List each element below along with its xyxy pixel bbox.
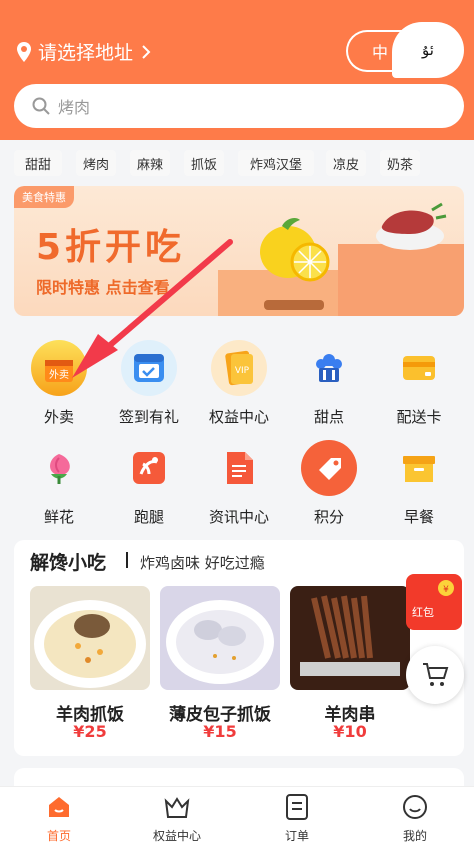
red-packet-button[interactable]: ¥ 红包	[406, 574, 462, 630]
svg-text:外卖: 外卖	[49, 369, 69, 381]
grid-label: 配送卡	[396, 408, 442, 426]
calendar-check-icon	[121, 340, 177, 396]
tag-chip[interactable]: 奶茶	[380, 150, 420, 176]
grid-label: 权益中心	[208, 408, 269, 426]
food-price: ¥25	[73, 722, 107, 741]
vip-card-icon: VIP	[211, 340, 267, 396]
order-icon	[286, 794, 308, 820]
grid-label: 早餐	[403, 508, 434, 526]
grid-item-benefits[interactable]: VIP 权益中心	[194, 336, 284, 432]
grid-label: 鲜花	[43, 508, 74, 526]
tag-chip[interactable]: 凉皮	[326, 150, 366, 176]
tab-label: 订单	[284, 829, 309, 843]
promo-banner[interactable]: 美食特惠 5折开吃 限时特惠 点击查看	[14, 186, 464, 316]
cart-icon	[423, 663, 449, 686]
home-icon	[49, 797, 69, 817]
banner-badge: 美食特惠	[14, 186, 74, 208]
meat-icon	[376, 202, 447, 250]
section-subtitle: 炸鸡卤味 好吃过瘾	[140, 554, 265, 572]
grid-item-delivery-card[interactable]: 配送卡	[374, 336, 464, 432]
grid-label: 外卖	[43, 408, 74, 426]
food-price: ¥10	[333, 722, 367, 741]
svg-text:VIP: VIP	[235, 366, 250, 376]
profile-icon	[403, 795, 427, 819]
red-packet-label: 红包	[412, 606, 434, 619]
tab-home[interactable]: 首页	[0, 793, 118, 843]
tab-label: 首页	[46, 829, 71, 843]
skewer-icon	[264, 300, 324, 310]
chevron-right-icon	[142, 44, 151, 59]
food-price: ¥15	[203, 722, 237, 741]
grid-item-news[interactable]: 资讯中心	[194, 436, 284, 532]
tab-benefits[interactable]: 权益中心	[118, 793, 236, 843]
grid-item-points[interactable]: 积分	[284, 436, 374, 532]
grid-label: 积分	[313, 508, 344, 526]
flower-icon	[31, 440, 87, 496]
lemon-icon	[260, 218, 330, 282]
food-image-buns[interactable]	[160, 586, 280, 690]
grid-item-takeout[interactable]: 外卖 外卖	[14, 336, 104, 432]
errand-icon	[121, 440, 177, 496]
tag-chip[interactable]: 甜甜	[14, 150, 62, 176]
grid-label: 甜点	[313, 408, 344, 426]
tab-label: 我的	[402, 829, 427, 843]
location-selector[interactable]: 请选择地址	[16, 38, 157, 65]
tag-chip[interactable]: 烤肉	[76, 150, 116, 176]
card-icon	[391, 340, 447, 396]
bottom-tab-bar: 首页 权益中心 订单 我的	[0, 786, 474, 843]
location-label: 请选择地址	[38, 42, 134, 64]
grid-item-flowers[interactable]: 鲜花	[14, 436, 104, 532]
takeout-bag-icon: 外卖	[31, 340, 87, 396]
food-image-skewers[interactable]	[290, 586, 410, 690]
tab-label: 权益中心	[152, 829, 201, 843]
cupcake-icon	[301, 340, 357, 396]
snack-section: 解馋小吃 炸鸡卤味 好吃过瘾 羊肉抓饭 ¥25 薄皮包子抓饭 ¥15 羊肉串 ¥…	[14, 540, 464, 756]
tag-chip[interactable]: 麻辣	[130, 150, 170, 176]
section-title: 解馋小吃	[30, 552, 107, 574]
lang-uyghur-button[interactable]: ئۇ	[392, 22, 464, 78]
tab-profile[interactable]: 我的	[356, 793, 474, 843]
crown-icon	[164, 797, 190, 818]
search-placeholder: 烤肉	[58, 98, 91, 117]
food-image-pilaf[interactable]	[30, 586, 150, 690]
section-divider	[126, 552, 128, 568]
banner-title: 5折开吃	[36, 227, 186, 268]
grid-item-checkin[interactable]: 签到有礼	[104, 336, 194, 432]
search-input[interactable]: 烤肉	[14, 84, 464, 128]
language-switch[interactable]: 中 ئۇ	[346, 22, 464, 80]
tag-chip[interactable]: 炸鸡汉堡	[238, 150, 314, 176]
tag-chip[interactable]: 抓饭	[184, 150, 224, 176]
grid-label: 资讯中心	[208, 508, 269, 526]
grid-item-breakfast[interactable]: 早餐	[374, 436, 464, 532]
grid-label: 跑腿	[133, 508, 164, 526]
service-grid: 外卖 外卖 签到有礼 VIP 权益中心 甜点 配送卡 鲜花 跑腿 资讯中心 积分…	[14, 336, 464, 536]
cart-button[interactable]	[406, 646, 464, 704]
box-icon	[391, 440, 447, 496]
location-pin-icon	[17, 41, 31, 62]
banner-subtitle: 限时特惠 点击查看	[36, 278, 170, 297]
svg-text:¥: ¥	[443, 585, 449, 595]
document-icon	[211, 440, 267, 496]
red-packet-icon: ¥	[438, 580, 454, 596]
search-icon	[32, 97, 50, 115]
hot-tags: 甜甜 烤肉 麻辣 抓饭 炸鸡汉堡 凉皮 奶茶	[14, 148, 464, 178]
grid-item-dessert[interactable]: 甜点	[284, 336, 374, 432]
grid-item-errand[interactable]: 跑腿	[104, 436, 194, 532]
tab-orders[interactable]: 订单	[238, 793, 356, 843]
tag-icon	[301, 440, 357, 496]
grid-label: 签到有礼	[118, 408, 179, 426]
